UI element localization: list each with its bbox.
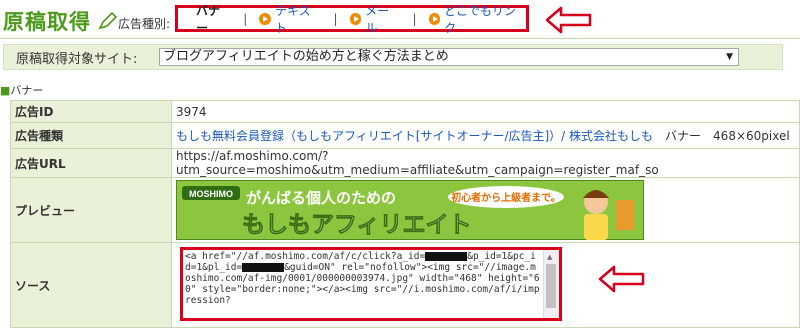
row-label: 広告ID: [10, 100, 172, 123]
banner-line2: もしもアフィリエイト: [242, 212, 472, 238]
square-bullet-icon: ■: [0, 84, 11, 97]
banner-logo-text: MOSHIMO: [189, 189, 233, 199]
tab-label: バナー: [196, 3, 221, 35]
dropdown-arrow-icon: ▼: [726, 52, 733, 62]
banner-line1: がんばる個人のための: [246, 189, 396, 207]
arrow-bullet-icon: [259, 12, 271, 25]
divider: [0, 38, 800, 39]
preview-cell: MOSHIMO がんばる個人のための もしもアフィリエイト 初心者から上級者まで…: [171, 177, 800, 243]
tab-mail[interactable]: メール: [349, 2, 401, 36]
ad-id-value: 3974: [171, 100, 800, 123]
redaction-block: [425, 252, 468, 261]
arrow-bullet-icon: [349, 12, 362, 25]
tab-label[interactable]: メール: [365, 2, 400, 36]
redaction-block: [242, 263, 285, 272]
table-row: 広告種類 もしも無料会員登録（もしもアフィリエイト[サイトオーナー/広告主]）/…: [10, 122, 800, 149]
target-site-selected: ブログアフィリエイトの始め方と稼ぐ方法まとめ: [163, 49, 449, 64]
ad-url-value: https://af.moshimo.com/?utm_source=moshi…: [171, 148, 800, 178]
arrow-bullet-icon: [428, 12, 441, 25]
tab-text[interactable]: テキスト: [259, 2, 321, 36]
section-title: バナー: [10, 84, 44, 97]
section-heading: ■バナー: [0, 82, 43, 98]
ad-kind-cell: もしも無料会員登録（もしもアフィリエイト[サイトオーナー/広告主]）/ 株式会社…: [171, 122, 800, 149]
row-label: 広告URL: [10, 148, 172, 178]
ad-type-label: 広告種別:: [118, 17, 171, 31]
ad-kind-size: バナー 468×60pixel: [665, 129, 790, 143]
banner-preview-image[interactable]: MOSHIMO がんばる個人のための もしもアフィリエイト 初心者から上級者まで…: [176, 180, 644, 240]
row-label: ソース: [10, 242, 172, 328]
table-row: ソース <a href="//af.moshimo.com/af/c/click…: [10, 242, 800, 328]
ad-info-table: 広告ID 3974 広告種類 もしも無料会員登録（もしもアフィリエイト[サイトオ…: [10, 100, 800, 328]
header-bar: 原稿取得 広告種別: バナー | テキスト | メール | どこでもリンク: [0, 0, 800, 40]
source-cell: <a href="//af.moshimo.com/af/c/click?a_i…: [171, 242, 800, 328]
tab-separator: |: [412, 11, 417, 26]
tab-separator: |: [243, 11, 248, 26]
scroll-up-icon[interactable]: ▲: [547, 253, 552, 261]
annotation-arrow-icon: [545, 6, 592, 34]
tab-banner: バナー: [196, 2, 231, 36]
tab-label[interactable]: テキスト: [275, 2, 322, 36]
tab-label[interactable]: どこでもリンク: [444, 2, 526, 36]
target-site-row: 原稿取得対象サイト: ブログアフィリエイトの始め方と稼ぐ方法まとめ ▼: [3, 44, 783, 70]
table-row: 広告ID 3974: [10, 100, 800, 123]
scroll-thumb[interactable]: [546, 264, 556, 308]
tab-anywhere-link[interactable]: どこでもリンク: [428, 2, 526, 36]
banner-bubble: 初心者から上級者まで。: [451, 191, 561, 204]
pencil-icon: [98, 11, 118, 30]
textarea-scrollbar[interactable]: ▲: [543, 250, 559, 318]
row-label: プレビュー: [10, 177, 172, 243]
page-title: 原稿取得: [3, 10, 91, 34]
source-code-textarea[interactable]: <a href="//af.moshimo.com/af/c/click?a_i…: [180, 247, 562, 321]
tab-separator: |: [333, 11, 338, 26]
source-code-text[interactable]: <a href="//af.moshimo.com/af/c/click?a_i…: [185, 251, 540, 306]
row-label: 広告種類: [10, 122, 172, 149]
table-row: 広告URL https://af.moshimo.com/?utm_source…: [10, 148, 800, 178]
annotation-arrow-icon: [598, 265, 645, 293]
ad-kind-link[interactable]: もしも無料会員登録（もしもアフィリエイト[サイトオーナー/広告主]）/ 株式会社…: [176, 129, 653, 143]
ad-type-tabs: バナー | テキスト | メール | どこでもリンク: [175, 4, 529, 35]
target-site-select[interactable]: ブログアフィリエイトの始め方と稼ぐ方法まとめ ▼: [159, 48, 739, 66]
target-site-label: 原稿取得対象サイト:: [16, 51, 138, 67]
table-row: プレビュー MOSHIMO がんばる個人のための もしもアフィリエイト 初心者か…: [10, 177, 800, 243]
